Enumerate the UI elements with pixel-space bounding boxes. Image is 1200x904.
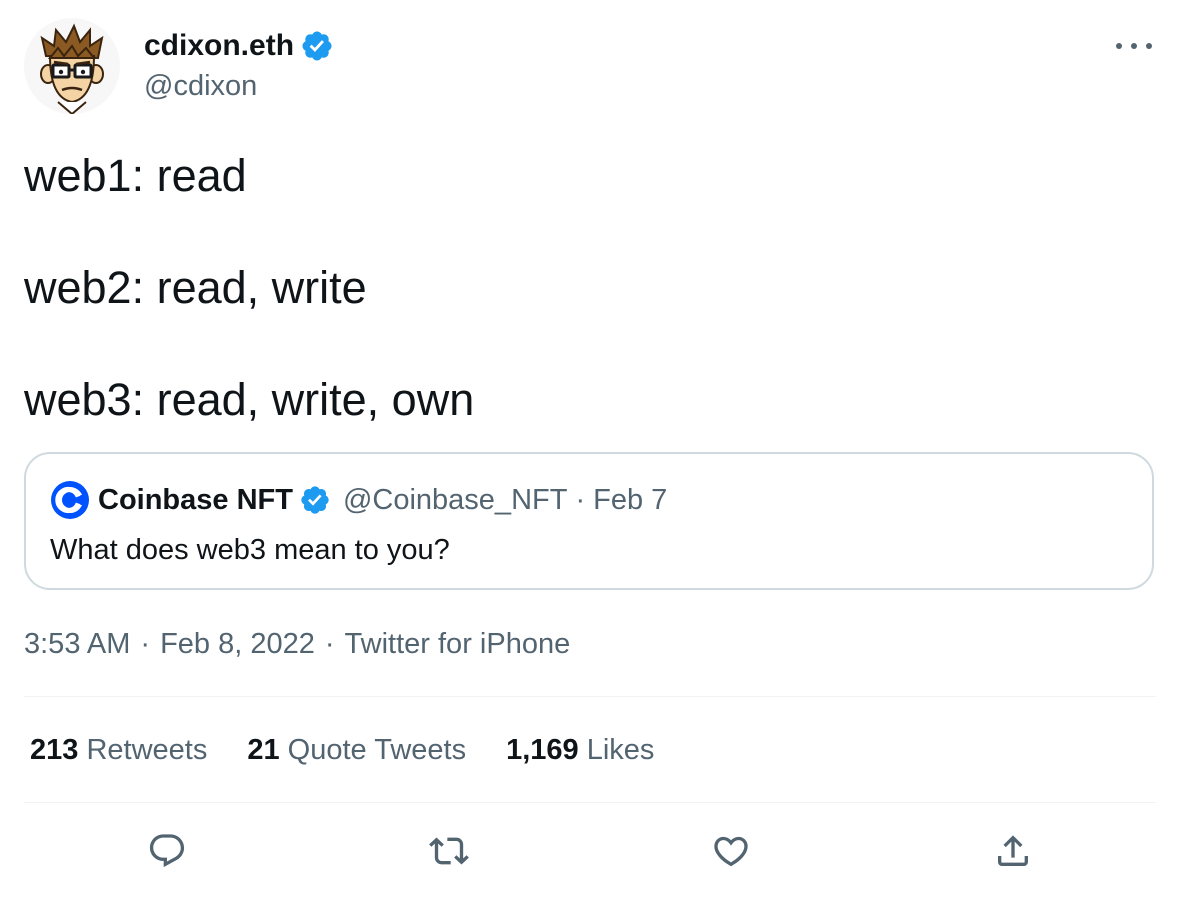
coinbase-logo-icon — [50, 480, 90, 520]
likes-stat[interactable]: 1,169 Likes — [506, 730, 654, 770]
more-horizontal-icon[interactable] — [1116, 36, 1152, 56]
likes-count: 1,169 — [506, 734, 579, 766]
quote-date: Feb 7 — [593, 483, 668, 516]
author-avatar[interactable] — [24, 18, 120, 114]
tweet-date[interactable]: Feb 8, 2022 — [160, 628, 315, 660]
quote-tweet-text: What does web3 mean to you? — [50, 534, 450, 566]
quote-tweet-card[interactable]: Coinbase NFT @Coinbase_NFT · Feb 7 What … — [24, 452, 1154, 590]
separator-dot: · — [324, 628, 335, 660]
quote-tweets-label: Quote Tweets — [287, 734, 467, 766]
retweets-stat[interactable]: 213 Retweets — [30, 730, 207, 770]
tweet-source[interactable]: Twitter for iPhone — [345, 628, 571, 660]
quote-author-name: Coinbase NFT — [98, 483, 293, 516]
more-dot — [1116, 43, 1122, 49]
author-display-name[interactable]: cdixon.eth — [144, 26, 294, 66]
separator-dot: · — [575, 483, 586, 516]
tweet-actions — [0, 826, 1200, 876]
tweet-stats: 213 Retweets 21 Quote Tweets 1,169 Likes — [30, 730, 694, 770]
tweet-text-line: web2: read, write — [24, 262, 367, 313]
author-info: cdixon.eth @cdixon — [144, 26, 334, 106]
tweet-meta: 3:53 AM · Feb 8, 2022 · Twitter for iPhone — [24, 624, 570, 664]
quote-author-handle: @Coinbase_NFT — [342, 483, 568, 516]
more-dot — [1146, 43, 1152, 49]
heart-icon[interactable] — [706, 826, 756, 876]
divider — [24, 802, 1156, 803]
retweet-icon[interactable] — [424, 826, 474, 876]
likes-label: Likes — [586, 734, 655, 766]
verified-badge-icon — [299, 484, 331, 516]
tweet-text-line: web3: read, write, own — [24, 374, 475, 425]
separator-dot: · — [140, 628, 151, 660]
quote-tweets-count: 21 — [247, 734, 280, 766]
retweets-label: Retweets — [86, 734, 208, 766]
tweet-text: web1: read web2: read, write web3: read,… — [24, 148, 474, 428]
tweet-time[interactable]: 3:53 AM — [24, 628, 130, 660]
avatar-cartoon-face-icon — [40, 23, 104, 114]
reply-icon[interactable] — [142, 826, 192, 876]
author-handle[interactable]: @cdixon — [144, 66, 334, 106]
quote-tweet-header: Coinbase NFT @Coinbase_NFT · Feb 7 — [50, 480, 667, 520]
tweet-detail: cdixon.eth @cdixon web1: read web2: read… — [0, 0, 1200, 904]
more-dot — [1131, 43, 1137, 49]
tweet-text-line: web1: read — [24, 150, 247, 201]
verified-badge-icon — [300, 29, 334, 63]
quote-tweets-stat[interactable]: 21 Quote Tweets — [247, 730, 466, 770]
share-icon[interactable] — [988, 826, 1038, 876]
author-name-row: cdixon.eth — [144, 26, 334, 66]
divider — [24, 696, 1156, 697]
retweets-count: 213 — [30, 734, 79, 766]
